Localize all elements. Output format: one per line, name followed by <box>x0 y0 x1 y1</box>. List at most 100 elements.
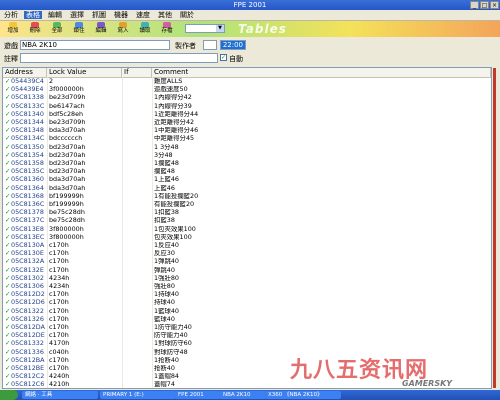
table-select-dropdown[interactable]: ▼ <box>185 24 225 33</box>
table-row[interactable]: ✓ 05C81348 bda3d70ah 1中距離得分46 <box>3 127 491 134</box>
auto-label: 自動 <box>229 55 243 63</box>
toolbar-button[interactable]: 全部 <box>46 22 68 36</box>
lock-value-cell: c170h <box>49 332 69 340</box>
toolbar-button[interactable]: 增加 <box>2 22 24 36</box>
toolbar-button-label: 刪除 <box>29 28 41 34</box>
table-row[interactable]: ✓ 05C81360 bda3d70ah 1上籃46 <box>3 176 491 183</box>
header-if[interactable]: If <box>122 68 152 77</box>
table-row[interactable]: ✓ 05C81364 bda3d70ah 上籃46 <box>3 185 491 192</box>
address-cell: 05C81368 <box>11 192 44 200</box>
minimize-button[interactable]: _ <box>470 1 479 9</box>
table-row[interactable]: ✓ 05C813EC 3f800000h 包夾效果100 <box>3 234 491 241</box>
scroll-indicator[interactable] <box>493 68 496 388</box>
table-row[interactable]: ✓ 05C81326 c170h 籃球40 <box>3 316 491 323</box>
taskbar-item[interactable]: X360 《NBA 2K10》 <box>265 391 341 399</box>
address-cell: 05C812D6 <box>11 299 45 307</box>
menu-item[interactable]: 編輯 <box>46 11 64 19</box>
menu-item[interactable]: 其他 <box>156 11 174 19</box>
table-row[interactable]: ✓ 05C81354 bd23d70ah 3分48 <box>3 152 491 159</box>
table-row[interactable]: ✓ 05C81322 c170h 1籃球40 <box>3 308 491 315</box>
table-row[interactable]: ✓ 05C8134C bdcccccch 中距離得分45 <box>3 135 491 142</box>
taskbar-item[interactable]: 網絡 · 工具 <box>22 391 98 399</box>
toolbar-button[interactable]: 編輯 <box>90 22 112 36</box>
table-row[interactable]: ✓ 05C8132A c170h 1彈跳40 <box>3 258 491 265</box>
lock-value-cell: be23d709h <box>49 94 86 102</box>
table-row[interactable]: ✓ 05C812DE c170h 防守能力40 <box>3 332 491 339</box>
header-comment[interactable]: Comment <box>152 68 491 77</box>
table-row[interactable]: ✓ 05C81340 bdf5c28eh 1近距離得分44 <box>3 111 491 118</box>
lock-value-cell: c170h <box>49 315 69 323</box>
table-row[interactable]: ✓ 05C8137C be75c28dh 扣籃38 <box>3 217 491 224</box>
address-cell: 05C8135C <box>11 168 45 176</box>
table-row[interactable]: ✓ 05C8132E c170h 彈跳40 <box>3 267 491 274</box>
address-cell: 05C8137C <box>11 217 45 225</box>
start-button[interactable] <box>0 390 18 400</box>
table-row[interactable]: ✓ 05C8135C bd23d70ah 攔籃48 <box>3 168 491 175</box>
lock-value-cell: c170h <box>49 365 69 372</box>
comment-cell: 1籃球40 <box>154 307 179 315</box>
table-row[interactable]: ✓ 05C8130E c170h 反应30 <box>3 250 491 257</box>
table-row[interactable]: ✓ 05C81358 bd23d70ah 1攔籃48 <box>3 160 491 167</box>
comment-cell: 1扣籃38 <box>154 209 179 217</box>
table-row[interactable]: ✓ 05C8133C be6147ach 1內線得分39 <box>3 103 491 110</box>
time-field[interactable]: 22:00 <box>220 40 246 50</box>
toolbar-button[interactable]: 鎖住 <box>68 22 90 36</box>
table-row[interactable]: ✓ 05C8130A c170h 1反应40 <box>3 242 491 249</box>
comment-cell: 1內線得分42 <box>154 94 192 102</box>
game-info-form: 遊戲 NBA 2K10 製作者 22:00 註釋 ✓ 自動 <box>0 38 500 64</box>
close-button[interactable]: × <box>490 1 499 9</box>
table-row[interactable]: ✓ 05C81332 4170h 1對球防守60 <box>3 340 491 347</box>
table-row[interactable]: ✓ 05C81368 bf199999h 1有能投攔籃20 <box>3 193 491 200</box>
lock-value-cell: bf199999h <box>49 201 84 208</box>
table-row[interactable]: ✓ 05C81344 be23d709h 近距離得分42 <box>3 119 491 126</box>
menu-item[interactable]: 抓圖 <box>90 11 108 19</box>
game-label: 遊戲 <box>4 42 18 50</box>
menu-item[interactable]: 分析 <box>2 11 20 19</box>
menu-item[interactable]: 關於 <box>178 11 196 19</box>
author-field[interactable] <box>203 40 217 50</box>
table-row[interactable]: ✓ 054439E4 3f000000h 遊戲速度50 <box>3 86 491 93</box>
table-row[interactable]: ✓ 05C81338 be23d709h 1內線得分42 <box>3 94 491 101</box>
menu-item[interactable]: 選擇 <box>68 11 86 19</box>
toolbar-button[interactable]: 讀取 <box>134 22 156 36</box>
table-header: Address Lock Value If Comment <box>3 68 491 78</box>
toolbar-button-label: 存檔 <box>161 28 173 34</box>
table-row[interactable]: ✓ 05C81306 4234h 強壯80 <box>3 283 491 290</box>
table-row[interactable]: ✓ 05C81350 bd23d70ah 1 3分48 <box>3 144 491 151</box>
table-row[interactable]: ✓ 05C813E8 3f800000h 1包夾效果100 <box>3 226 491 233</box>
table-row[interactable]: ✓ 05C812D6 c170h 持球40 <box>3 299 491 306</box>
toolbar-button[interactable]: 刪除 <box>24 22 46 36</box>
auto-checkbox[interactable]: ✓ <box>220 54 227 61</box>
table-row[interactable]: ✓ 054439C4 2 難度ALLS <box>3 78 491 85</box>
taskbar-item[interactable]: NBA 2K10 <box>220 391 266 399</box>
comment-cell: 1中距離得分46 <box>154 127 199 135</box>
cheat-table[interactable]: Address Lock Value If Comment ✓ 054439C4 2… <box>2 67 492 389</box>
game-name-field[interactable]: NBA 2K10 <box>20 40 170 50</box>
note-field[interactable] <box>20 53 218 63</box>
menu-item[interactable]: 機器 <box>112 11 130 19</box>
lock-value-cell: bda3d70ah <box>49 176 86 184</box>
table-row[interactable]: ✓ 05C812DA c170h 1防守能力40 <box>3 324 491 331</box>
menu-bar: 分析 表格 編輯 選擇 抓圖 機器 速度 其他 關於 <box>0 10 500 21</box>
address-cell: 05C81344 <box>11 119 44 126</box>
lock-value-cell: c170h <box>49 299 69 307</box>
taskbar-item[interactable]: PRIMARY 1 (E:) <box>100 391 176 399</box>
comment-cell: 攔籃48 <box>154 168 175 176</box>
taskbar-item[interactable]: FPE 2001 <box>175 391 221 399</box>
lock-value-cell: 2 <box>49 78 54 85</box>
table-row[interactable]: ✓ 05C81378 be75c28dh 1扣籃38 <box>3 209 491 216</box>
address-cell: 05C812C6 <box>11 381 45 389</box>
table-row[interactable]: ✓ 05C8136C bf199999h 有能投攔籃20 <box>3 201 491 208</box>
toolbar-button[interactable]: 存檔 <box>156 22 178 36</box>
maximize-button[interactable]: □ <box>480 1 489 9</box>
toolbar-button[interactable]: 寫入 <box>112 22 134 36</box>
header-address[interactable]: Address <box>3 68 47 77</box>
comment-cell: 1對球防守60 <box>154 340 192 348</box>
table-row[interactable]: ✓ 05C81302 4234h 1強壯80 <box>3 275 491 282</box>
menu-item[interactable]: 速度 <box>134 11 152 19</box>
watermark-logo: GAMERSKY <box>402 379 453 388</box>
chevron-down-icon[interactable]: ▼ <box>216 25 224 32</box>
menu-item[interactable]: 表格 <box>24 11 42 19</box>
header-lock-value[interactable]: Lock Value <box>47 68 122 77</box>
table-row[interactable]: ✓ 05C812D2 c170h 1持球40 <box>3 291 491 298</box>
